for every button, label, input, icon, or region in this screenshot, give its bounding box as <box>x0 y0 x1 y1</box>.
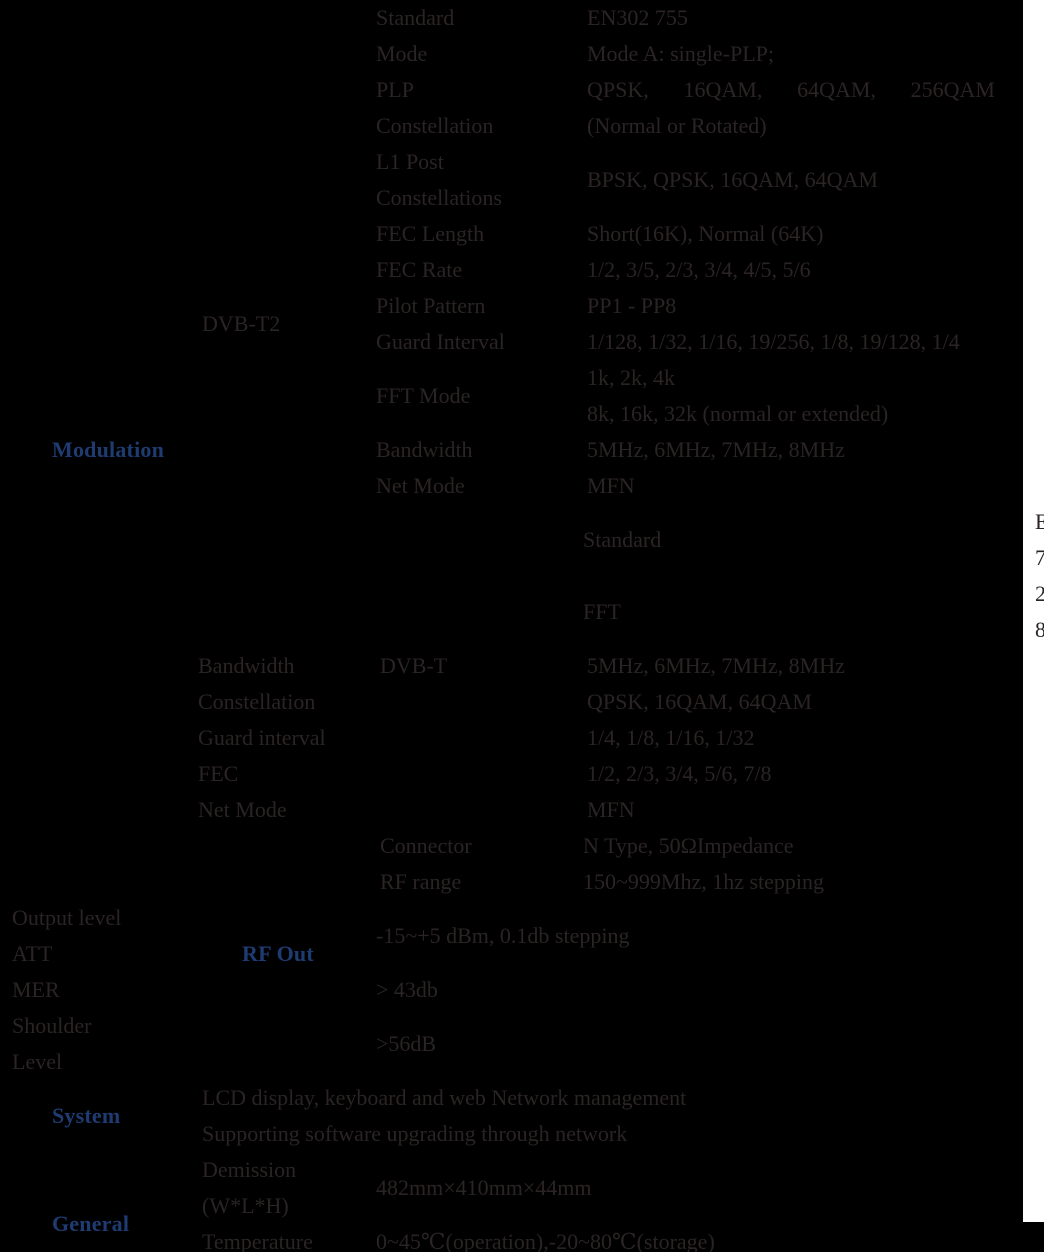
spec-key-line-1: Demission <box>202 1157 297 1182</box>
spec-key: Standard <box>583 527 662 552</box>
spec-value: LCD display, keyboard and web Network ma… <box>202 1085 687 1110</box>
spec-value: 1/128, 1/32, 1/16, 19/256, 1/8, 19/128, … <box>587 329 960 354</box>
spec-key: Constellation <box>376 113 494 138</box>
spec-key: Standard <box>376 5 455 30</box>
spec-key: FEC Length <box>376 221 485 246</box>
spec-key: Connector <box>380 833 472 858</box>
spec-key-line-1: L1 Post <box>376 149 444 174</box>
spec-value: 0~45℃(operation),-20~80℃(storage) <box>376 1229 715 1252</box>
spec-value-line-2: 8k, 16k, 32k (normal or extended) <box>587 401 889 426</box>
section-label-rf-out: RF Out <box>242 941 314 966</box>
page-right-gutter <box>1023 0 1044 1222</box>
spec-value: EN302 755 <box>587 5 688 30</box>
spec-key: Demission (W*L*H) <box>190 1152 368 1224</box>
spec-key-line-1: Output level <box>12 905 122 930</box>
spec-value: QPSK, 16QAM, 64QAM <box>587 689 812 714</box>
spec-value: MFN <box>587 797 635 822</box>
spec-value: -15~+5 dBm, 0.1db stepping <box>376 923 630 948</box>
spec-key-line-1: Shoulder <box>12 1013 92 1038</box>
group-label-dvb-t: DVB-T <box>380 653 448 678</box>
spec-value: 1k, 2k, 4k 8k, 16k, 32k (normal or exten… <box>575 360 1023 432</box>
spec-key: Guard Interval <box>376 329 505 354</box>
spec-value: Short(16K), Normal (64K) <box>587 221 824 246</box>
spec-value: 1/2, 2/3, 3/4, 5/6, 7/8 <box>587 761 772 786</box>
spec-key: FEC Rate <box>376 257 463 282</box>
table-row: Modulation DVB-T2 Standard EN302 755 <box>0 0 1023 462</box>
spec-key: FEC <box>198 761 239 786</box>
table-row: Output level ATT -15~+5 dBm, 0.1db stepp… <box>0 900 1023 972</box>
section-label-system: System <box>52 1103 121 1128</box>
spec-key: Guard interval <box>198 725 326 750</box>
spec-key: FFT <box>583 599 621 624</box>
spec-value: Supporting software upgrading through ne… <box>202 1121 628 1146</box>
spec-key: RF range <box>380 869 462 894</box>
spec-value: 5MHz, 6MHz, 7MHz, 8MHz <box>587 437 845 462</box>
spec-value: > 43db <box>376 977 438 1002</box>
spec-value: 150~999Mhz, 1hz stepping <box>583 869 825 894</box>
spec-value-line-1: 1k, 2k, 4k <box>587 365 675 390</box>
specification-table: Modulation DVB-T2 Standard EN302 755 Mod… <box>0 0 1044 1252</box>
spec-value: 482mm×410mm×44mm <box>376 1175 592 1200</box>
section-label-general: General <box>52 1211 130 1236</box>
spec-key-line-2: (W*L*H) <box>202 1193 289 1218</box>
spec-key: Constellation <box>198 689 316 714</box>
table-row: MER > 43db <box>0 972 1023 1008</box>
spec-key: Bandwidth <box>198 653 295 678</box>
specification-page: Modulation DVB-T2 Standard EN302 755 Mod… <box>0 0 1044 1252</box>
spec-key: MER <box>12 977 60 1002</box>
table-row: General Demission (W*L*H) 482mm×410mm×44… <box>0 1152 1023 1236</box>
spec-value: N Type, 50ΩImpedance <box>583 833 794 858</box>
spec-value: Mode A: single-PLP; <box>587 41 775 66</box>
group-label-dvb-t2: DVB-T2 <box>202 311 281 336</box>
spec-value: PP1 - PP8 <box>587 293 677 318</box>
section-label-modulation: Modulation <box>52 437 165 462</box>
spec-key: Mode <box>376 41 428 66</box>
spec-value: MFN <box>587 473 635 498</box>
spec-key: Net Mode <box>198 797 287 822</box>
spec-key: Bandwidth <box>376 437 473 462</box>
spec-value: 1/4, 1/8, 1/16, 1/32 <box>587 725 755 750</box>
spec-value: QPSK, 16QAM, 64QAM, 256QAM <box>587 77 995 102</box>
spec-value: 5MHz, 6MHz, 7MHz, 8MHz <box>587 653 845 678</box>
spec-key-line-2: Constellations <box>376 185 502 210</box>
spec-key: Pilot Pattern <box>376 293 486 318</box>
spec-value: BPSK, QPSK, 16QAM, 64QAM <box>587 167 878 192</box>
spec-value: (Normal or Rotated) <box>587 113 767 138</box>
spec-key: Shoulder Level <box>0 1008 190 1080</box>
spec-key: L1 Post Constellations <box>368 144 575 216</box>
spec-key: Output level ATT <box>0 900 190 972</box>
table-row: System LCD display, keyboard and web Net… <box>0 1080 1023 1128</box>
spec-key: Net Mode <box>376 473 465 498</box>
spec-key: Temperature <box>202 1229 313 1252</box>
spec-value: >56dB <box>376 1031 437 1056</box>
spec-key: FFT Mode <box>376 383 471 408</box>
spec-key-line-2: Level <box>12 1049 63 1074</box>
spec-value: 1/2, 3/5, 2/3, 3/4, 4/5, 5/6 <box>587 257 811 282</box>
spec-key-line-2: ATT <box>12 941 53 966</box>
table-row: Shoulder Level >56dB <box>0 1008 1023 1080</box>
spec-key: PLP <box>376 77 414 102</box>
